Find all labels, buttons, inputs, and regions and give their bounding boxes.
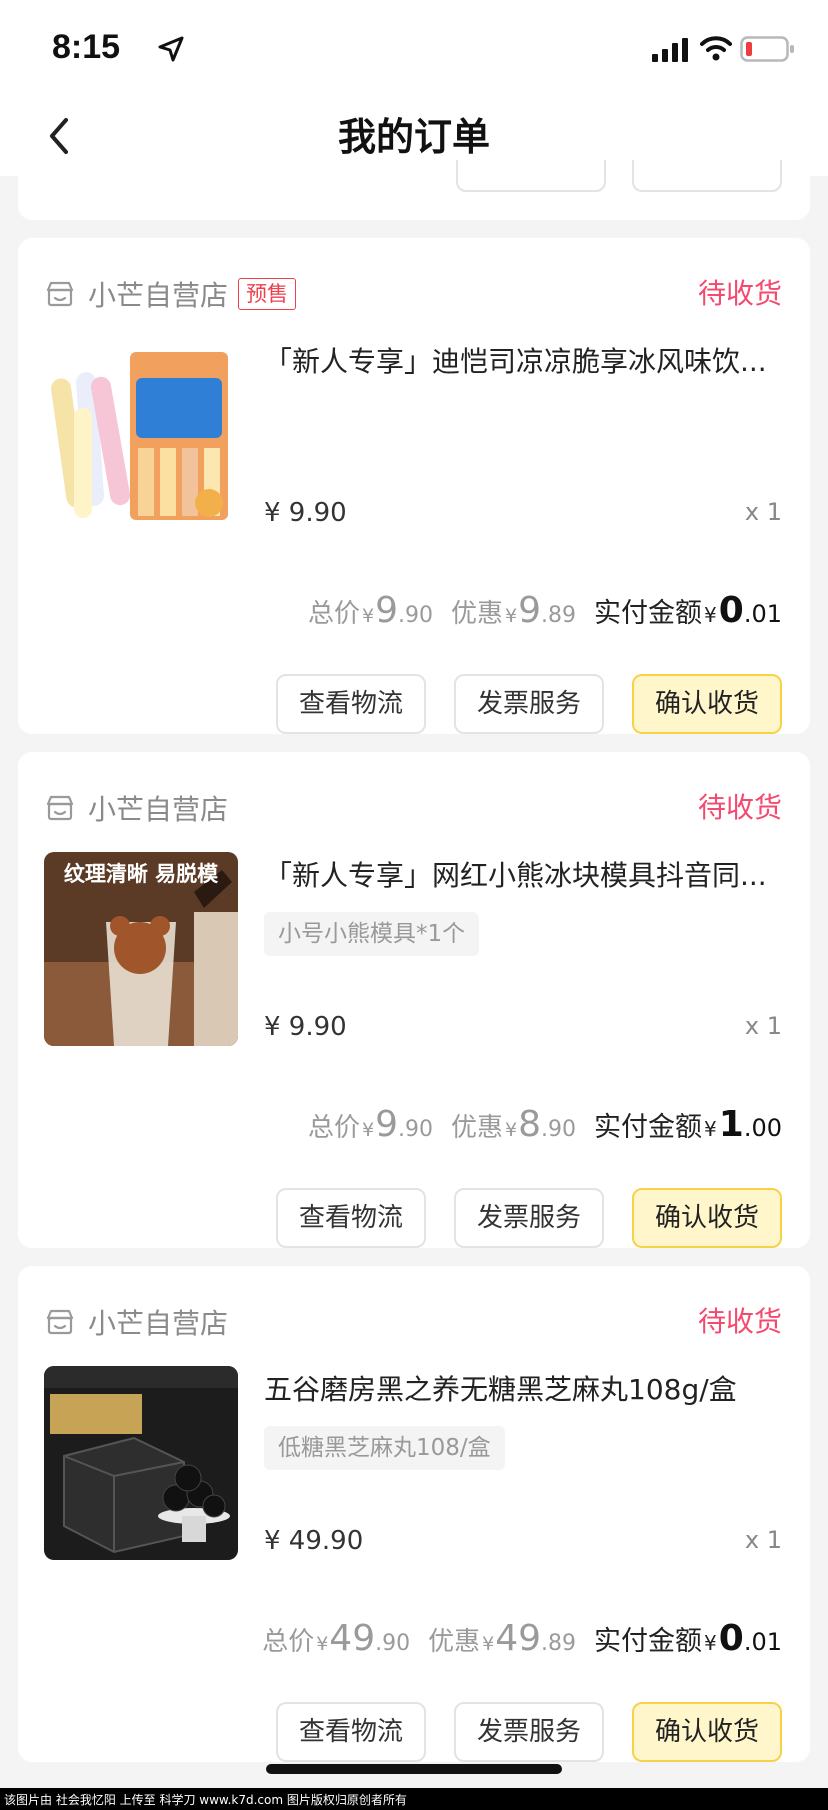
order-card: 小芒自营店 预售 待收货 「新人专享」迪恺司凉凉脆享冰风味饮... ¥ 9.90… xyxy=(18,238,810,734)
discount-dec: .89 xyxy=(541,603,577,628)
image-caption: 纹理清晰 易脱模 xyxy=(63,862,219,886)
product-title[interactable]: 五谷磨房黑之养无糖黑芝麻丸108g/盒 xyxy=(264,1370,794,1410)
cellular-signal-icon xyxy=(652,38,688,62)
order-summary: 总价 ¥ 9 .90 优惠 ¥ 8 .90 实付金额 ¥ 1 .00 xyxy=(308,1104,782,1145)
paid-currency: ¥ xyxy=(704,1117,717,1141)
total-label: 总价 xyxy=(262,1627,315,1657)
order-summary: 总价 ¥ 49 .90 优惠 ¥ 49 .89 实付金额 ¥ 0 .01 xyxy=(262,1618,782,1659)
product-image[interactable] xyxy=(44,338,238,532)
paid-dec: .00 xyxy=(743,1114,782,1142)
view-logistics-button[interactable]: 查看物流 xyxy=(276,674,426,734)
store-name: 小芒自营店 xyxy=(88,279,229,312)
paid-label: 实付金额 xyxy=(594,598,703,629)
confirm-receipt-button[interactable]: 确认收货 xyxy=(632,1188,782,1248)
unit-price: ¥ 9.90 xyxy=(264,498,347,528)
status-time: 8:15 xyxy=(52,28,121,66)
quantity: x 1 xyxy=(744,1012,782,1040)
discount-currency: ¥ xyxy=(505,1119,518,1141)
paid-currency: ¥ xyxy=(704,1631,717,1655)
unit-price: ¥ 49.90 xyxy=(264,1526,364,1556)
order-card: 小芒自营店 待收货 五谷磨房黑之养无糖黑芝麻丸108g/盒 低糖黑芝麻丸108/… xyxy=(18,1266,810,1762)
partial-button[interactable] xyxy=(456,160,606,192)
product-title[interactable]: 「新人专享」迪恺司凉凉脆享冰风味饮... xyxy=(264,342,794,382)
total-int: 49 xyxy=(329,1618,376,1659)
confirm-receipt-button[interactable]: 确认收货 xyxy=(632,1702,782,1762)
paid-currency: ¥ xyxy=(704,603,717,627)
sku-chip: 低糖黑芝麻丸108/盒 xyxy=(264,1426,505,1470)
order-summary: 总价 ¥ 9 .90 优惠 ¥ 9 .89 实付金额 ¥ 0 .01 xyxy=(308,590,782,631)
store-icon xyxy=(46,281,74,307)
paid-int: 0 xyxy=(718,590,744,631)
discount-label: 优惠 xyxy=(451,1113,504,1143)
popsicle-product-image xyxy=(44,338,238,532)
home-indicator[interactable] xyxy=(266,1764,562,1774)
paid-int: 1 xyxy=(718,1104,744,1145)
paid-int: 0 xyxy=(718,1618,744,1659)
discount-dec: .89 xyxy=(541,1631,577,1656)
store-icon xyxy=(46,1309,74,1335)
paid-dec: .01 xyxy=(743,600,782,628)
watermark-text: 该图片由 社会我忆阳 上传至 科学刀 www.k7d.com 图片版权归原创者所… xyxy=(4,1793,407,1807)
location-arrow-icon xyxy=(158,36,184,62)
order-status: 待收货 xyxy=(697,277,782,310)
wifi-icon xyxy=(700,36,732,61)
view-logistics-button[interactable]: 查看物流 xyxy=(276,1188,426,1248)
total-label: 总价 xyxy=(308,1113,361,1143)
quantity: x 1 xyxy=(744,498,782,526)
total-dec: .90 xyxy=(398,603,434,628)
total-int: 9 xyxy=(375,590,399,631)
store-name: 小芒自营店 xyxy=(88,793,229,826)
total-currency: ¥ xyxy=(362,605,375,627)
store-header[interactable]: 小芒自营店 预售 xyxy=(44,272,297,316)
presale-tag: 预售 xyxy=(238,278,297,310)
view-logistics-button[interactable]: 查看物流 xyxy=(276,1702,426,1762)
store-icon xyxy=(46,795,74,821)
product-image[interactable] xyxy=(44,1366,238,1560)
invoice-service-button[interactable]: 发票服务 xyxy=(454,674,604,734)
paid-label: 实付金额 xyxy=(594,1626,703,1657)
invoice-service-button[interactable]: 发票服务 xyxy=(454,1702,604,1762)
order-status: 待收货 xyxy=(697,1305,782,1338)
invoice-service-button[interactable]: 发票服务 xyxy=(454,1188,604,1248)
sku-chip: 小号小熊模具*1个 xyxy=(264,912,480,956)
unit-price: ¥ 9.90 xyxy=(264,1012,347,1042)
discount-int: 49 xyxy=(495,1618,542,1659)
store-header[interactable]: 小芒自营店 xyxy=(44,1300,228,1344)
product-title[interactable]: 「新人专享」网红小熊冰块模具抖音同... xyxy=(264,856,794,896)
total-currency: ¥ xyxy=(316,1633,329,1655)
status-bar: 8:15 xyxy=(0,0,828,96)
total-label: 总价 xyxy=(308,599,361,629)
page-title: 我的订单 xyxy=(337,115,490,159)
order-card: 小芒自营店 待收货 纹理清晰 易脱模 「新人专享」网红小熊冰块模具抖音同... … xyxy=(18,752,810,1248)
product-image[interactable]: 纹理清晰 易脱模 xyxy=(44,852,238,1046)
paid-dec: .01 xyxy=(743,1628,782,1656)
total-int: 9 xyxy=(375,1104,399,1145)
quantity: x 1 xyxy=(744,1526,782,1554)
discount-int: 8 xyxy=(518,1104,542,1145)
partial-button[interactable] xyxy=(632,160,782,192)
confirm-receipt-button[interactable]: 确认收货 xyxy=(632,674,782,734)
discount-label: 优惠 xyxy=(451,599,504,629)
store-name: 小芒自营店 xyxy=(88,1307,229,1340)
discount-currency: ¥ xyxy=(482,1633,495,1655)
discount-dec: .90 xyxy=(541,1117,577,1142)
sesame-ball-product-image xyxy=(44,1366,238,1560)
total-dec: .90 xyxy=(375,1631,411,1656)
total-currency: ¥ xyxy=(362,1119,375,1141)
discount-currency: ¥ xyxy=(505,605,518,627)
discount-int: 9 xyxy=(518,590,542,631)
discount-label: 优惠 xyxy=(428,1627,481,1657)
battery-low-icon xyxy=(740,36,794,62)
order-status: 待收货 xyxy=(697,791,782,824)
order-card-partial xyxy=(18,160,810,220)
total-dec: .90 xyxy=(398,1117,434,1142)
paid-label: 实付金额 xyxy=(594,1112,703,1143)
store-header[interactable]: 小芒自营店 xyxy=(44,786,228,830)
